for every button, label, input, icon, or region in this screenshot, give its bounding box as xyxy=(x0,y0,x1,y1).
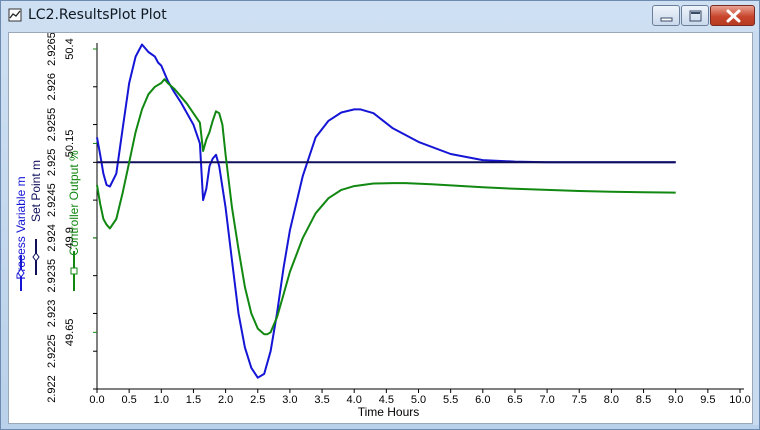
set-point-axis-title: Set Point m xyxy=(29,160,43,222)
y-left-tick-label: 2.9235 xyxy=(46,259,58,293)
x-tick-label: 5.5 xyxy=(443,394,458,406)
window-title: LC2.ResultsPlot Plot xyxy=(28,7,167,23)
plot-area: 0.0 0.5 1.0 1.5 2.0 2.5 3.0 3.5 4.0 4.5 5.0 5.5 6.0 6… xyxy=(8,32,753,424)
minimize-button[interactable] xyxy=(652,5,680,26)
maximize-icon xyxy=(689,10,702,22)
x-tick-label: 8.0 xyxy=(604,394,619,406)
minimize-icon xyxy=(660,17,673,22)
x-tick-label: 10.0 xyxy=(729,394,750,406)
y-left-tick-label: 2.9265 xyxy=(46,33,58,66)
title-bar[interactable]: LC2.ResultsPlot Plot xyxy=(1,1,759,31)
y-output-tick-label: 50.4 xyxy=(64,38,76,59)
close-icon xyxy=(726,9,741,23)
y-left-tick-label: 2.923 xyxy=(46,300,58,328)
window-edge xyxy=(753,31,759,425)
series-line-controller-output xyxy=(96,78,676,336)
y-left-tick-label: 2.9225 xyxy=(46,334,58,368)
close-button[interactable] xyxy=(710,5,755,26)
results-plot: 0.0 0.5 1.0 1.5 2.0 2.5 3.0 3.5 4.0 4.5 5.0 5.5 6.0 6… xyxy=(14,33,751,419)
y-left-tick-label: 2.922 xyxy=(46,375,58,403)
x-tick-label: 0.0 xyxy=(89,394,104,406)
y-left-tick-label: 2.9255 xyxy=(46,108,58,142)
plot-window: LC2.ResultsPlot Plot 0.0 0.5 1.0 1.5 2.0 2.5 3… xyxy=(0,0,760,430)
y-left-tick-label: 2.924 xyxy=(46,224,58,252)
y-output-tick-label: 49.65 xyxy=(64,319,76,347)
x-tick-label: 1.5 xyxy=(186,394,201,406)
y-left-tick-label: 2.926 xyxy=(46,73,58,101)
series-line-process-variable-m xyxy=(96,43,676,379)
x-tick-label: 7.0 xyxy=(539,394,554,406)
x-tick-label: 0.5 xyxy=(122,394,137,406)
app-icon xyxy=(8,8,22,22)
y-left-tick-label: 2.9245 xyxy=(46,183,58,217)
x-tick-label: 3.0 xyxy=(282,394,297,406)
x-tick-label: 8.5 xyxy=(636,394,651,406)
x-axis-title: Time Hours xyxy=(358,405,420,419)
x-tick-label: 7.5 xyxy=(572,394,587,406)
y-left-tick-label: 2.925 xyxy=(46,149,58,177)
x-tick-label: 6.5 xyxy=(507,394,522,406)
x-tick-label: 1.0 xyxy=(154,394,169,406)
controller-output-axis-title: Controller Output % xyxy=(67,150,81,256)
x-tick-label: 9.0 xyxy=(668,394,683,406)
maximize-button[interactable] xyxy=(681,5,709,26)
controller-output-legend-marker xyxy=(70,267,78,275)
x-tick-label: 2.0 xyxy=(218,394,233,406)
x-tick-label: 3.5 xyxy=(314,394,329,406)
x-tick-label: 2.5 xyxy=(250,394,265,406)
x-tick-label: 9.5 xyxy=(700,394,715,406)
set-point-legend-marker xyxy=(32,252,40,262)
x-tick-label: 6.0 xyxy=(475,394,490,406)
